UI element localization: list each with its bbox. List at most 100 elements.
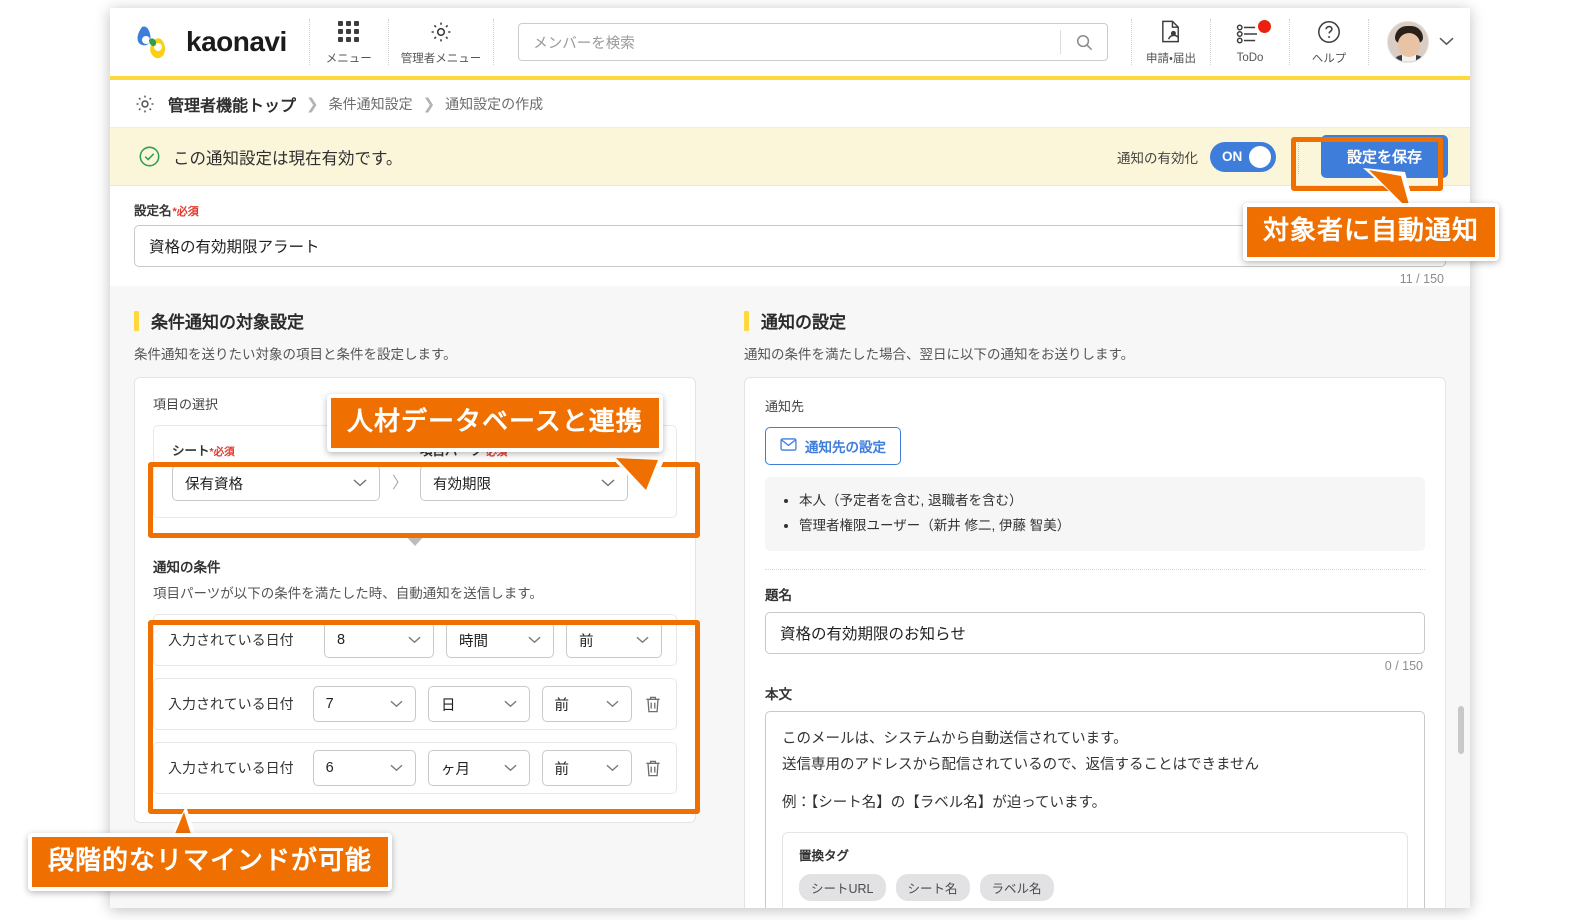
part-select[interactable]: 有効期限 — [420, 465, 629, 501]
required-marker: *必須 — [209, 446, 235, 458]
required-marker: *必須 — [172, 206, 199, 218]
document-send-icon — [1159, 19, 1184, 45]
left-section-description: 条件通知を送りたい対象の項目と条件を設定します。 — [134, 347, 457, 362]
breadcrumb-item-2: 通知設定の作成 — [445, 95, 544, 112]
main-content: 条件通知の対象設定 条件通知を送りたい対象の項目と条件を設定します。 項目の選択… — [110, 286, 1470, 908]
replacement-tag-card: 置換タグ シートURL シート名 ラベル名 ※ 置換タグをクリックすると本文に挿… — [782, 832, 1408, 908]
condition-label: 入力されている日付 — [168, 632, 294, 648]
condition-unit-value: ヶ月 — [441, 761, 470, 778]
setting-name-counter: 11 / 150 — [1399, 272, 1444, 286]
recipient-list: 本人（予定者を含む, 退職者を含む） 管理者権限ユーザー（新井 修二, 伊藤 智… — [765, 477, 1425, 551]
kaonavi-logo-icon — [134, 23, 176, 61]
nav-todo[interactable]: ToDo — [1211, 8, 1289, 76]
chevron-down-icon — [503, 761, 517, 775]
condition-number-value: 7 — [325, 696, 334, 712]
condition-number-select[interactable]: 7 — [312, 686, 416, 722]
subject-value: 資格の有効期限のお知らせ — [780, 625, 966, 643]
callout-hr-database: 人材データベースと連携 — [327, 394, 663, 452]
chevron-down-icon — [503, 697, 517, 711]
nav-menu-label: メニュー — [325, 52, 372, 65]
subject-input[interactable]: 資格の有効期限のお知らせ — [765, 611, 1425, 654]
header-right-nav: 申請・届出 ToDo ヘルプ — [1131, 8, 1470, 76]
recipient-settings-label: 通知先の設定 — [805, 440, 886, 455]
notification-toggle[interactable]: ON — [1209, 141, 1276, 172]
tag-sheet-name[interactable]: シート名 — [895, 874, 970, 902]
subject-counter: 0 / 150 — [1384, 658, 1423, 673]
divider — [765, 568, 1425, 570]
body-textarea[interactable]: このメールは、システムから自動送信されています。 送信専用のアドレスから配信され… — [765, 710, 1425, 908]
check-circle-icon — [138, 145, 161, 168]
condition-unit-select[interactable]: 時間 — [446, 622, 554, 658]
condition-unit-select[interactable]: ヶ月 — [428, 750, 530, 786]
avatar — [1387, 21, 1429, 63]
body-example-line: 例：【シート名】の【ラベル名】が迫っています。 — [782, 795, 1107, 812]
nav-admin-menu[interactable]: 管理者メニュー — [389, 8, 494, 76]
field-separator: 〉 — [392, 475, 409, 492]
condition-direction-select[interactable]: 前 — [541, 750, 632, 786]
condition-direction-value: 前 — [579, 633, 594, 650]
breadcrumb-separator: ❯ — [422, 95, 436, 113]
recipient-settings-button[interactable]: 通知先の設定 — [765, 427, 901, 465]
grid-dots-icon — [338, 19, 360, 45]
body-label: 本文 — [765, 686, 792, 702]
condition-direction-value: 前 — [554, 761, 570, 778]
breadcrumb-separator: ❯ — [306, 95, 319, 113]
brand-name: kaonavi — [186, 26, 287, 57]
user-menu[interactable] — [1369, 21, 1470, 63]
condition-row: 入力されている日付 8 時間 前 — [153, 614, 677, 666]
condition-row: 入力されている日付 7 日 前 — [153, 678, 677, 730]
nav-applications-label: 申請・届出 — [1146, 52, 1196, 65]
save-button[interactable]: 設定を保存 — [1320, 135, 1448, 178]
breadcrumb-item-0[interactable]: 管理者機能トップ — [168, 92, 296, 116]
callout-auto-notify: 対象者に自動通知 — [1243, 203, 1500, 261]
chevron-down-icon — [390, 761, 403, 775]
chevron-down-icon — [636, 633, 649, 647]
nav-help-label: ヘルプ — [1311, 52, 1347, 65]
screenshot-root: kaonavi メニュー 管理者メニュー メンバーを検索 申請・届出 ToDo … — [0, 0, 1580, 920]
sheet-select[interactable]: 保有資格 — [172, 465, 380, 501]
app-window: kaonavi メニュー 管理者メニュー メンバーを検索 申請・届出 ToDo … — [110, 8, 1470, 908]
search-input[interactable]: メンバーを検索 — [518, 23, 1109, 61]
chevron-down-icon — [390, 697, 403, 711]
condition-row: 入力されている日付 6 ヶ月 前 — [153, 742, 677, 794]
tag-label-name[interactable]: ラベル名 — [979, 874, 1054, 902]
condition-direction-select[interactable]: 前 — [541, 686, 632, 722]
condition-list: 入力されている日付 8 時間 前 入力されている日付 7 日 前 入力されている… — [153, 614, 677, 794]
condition-direction-select[interactable]: 前 — [566, 622, 662, 658]
condition-number-select[interactable]: 6 — [312, 750, 416, 786]
body-line: このメールは、システムから自動送信されています。 — [782, 730, 1128, 747]
breadcrumb-item-1[interactable]: 条件通知設定 — [329, 94, 413, 114]
nav-help[interactable]: ヘルプ — [1290, 8, 1368, 76]
status-bar: この通知設定は現在有効です。 通知の有効化 ON 設定を保存 — [110, 128, 1470, 186]
tag-sheet-url[interactable]: シートURL — [799, 874, 886, 902]
search-icon[interactable] — [1061, 33, 1107, 52]
part-select-value: 有効期限 — [433, 476, 492, 493]
nav-todo-label: ToDo — [1236, 51, 1264, 64]
right-section-description: 通知の条件を満たした場合、翌日に以下の通知をお送りします。 — [744, 347, 1135, 362]
brand-logo[interactable]: kaonavi — [110, 8, 309, 76]
chevron-down-icon — [1439, 33, 1454, 51]
condition-number-value: 8 — [337, 632, 346, 648]
status-divider — [1297, 139, 1299, 174]
nav-applications[interactable]: 申請・届出 — [1132, 8, 1210, 76]
notification-toggle-state: ON — [1221, 149, 1243, 164]
condition-number-select[interactable]: 8 — [324, 622, 434, 658]
status-message: この通知設定は現在有効です。 — [173, 149, 403, 168]
todo-badge — [1258, 20, 1271, 33]
nav-menu[interactable]: メニュー — [310, 8, 388, 76]
condition-unit-select[interactable]: 日 — [428, 686, 530, 722]
callout-staged-remind: 段階的なリマインドが可能 — [28, 833, 393, 891]
condition-label: 入力されている日付 — [168, 696, 294, 712]
status-actions: 通知の有効化 ON 設定を保存 — [1117, 135, 1448, 178]
condition-unit-value: 時間 — [459, 633, 488, 650]
trash-icon[interactable] — [644, 759, 662, 778]
scrollbar[interactable] — [1458, 706, 1464, 754]
condition-unit-value: 日 — [441, 697, 456, 714]
nav-admin-menu-label: 管理者メニュー — [400, 52, 482, 65]
chevron-down-icon — [353, 476, 367, 490]
toggle-knob — [1248, 145, 1271, 168]
body-line: 送信専用のアドレスから配信されているので、返信することはできません — [782, 757, 1260, 774]
trash-icon[interactable] — [644, 695, 662, 714]
sheet-select-value: 保有資格 — [185, 476, 243, 493]
question-circle-icon — [1316, 19, 1342, 45]
